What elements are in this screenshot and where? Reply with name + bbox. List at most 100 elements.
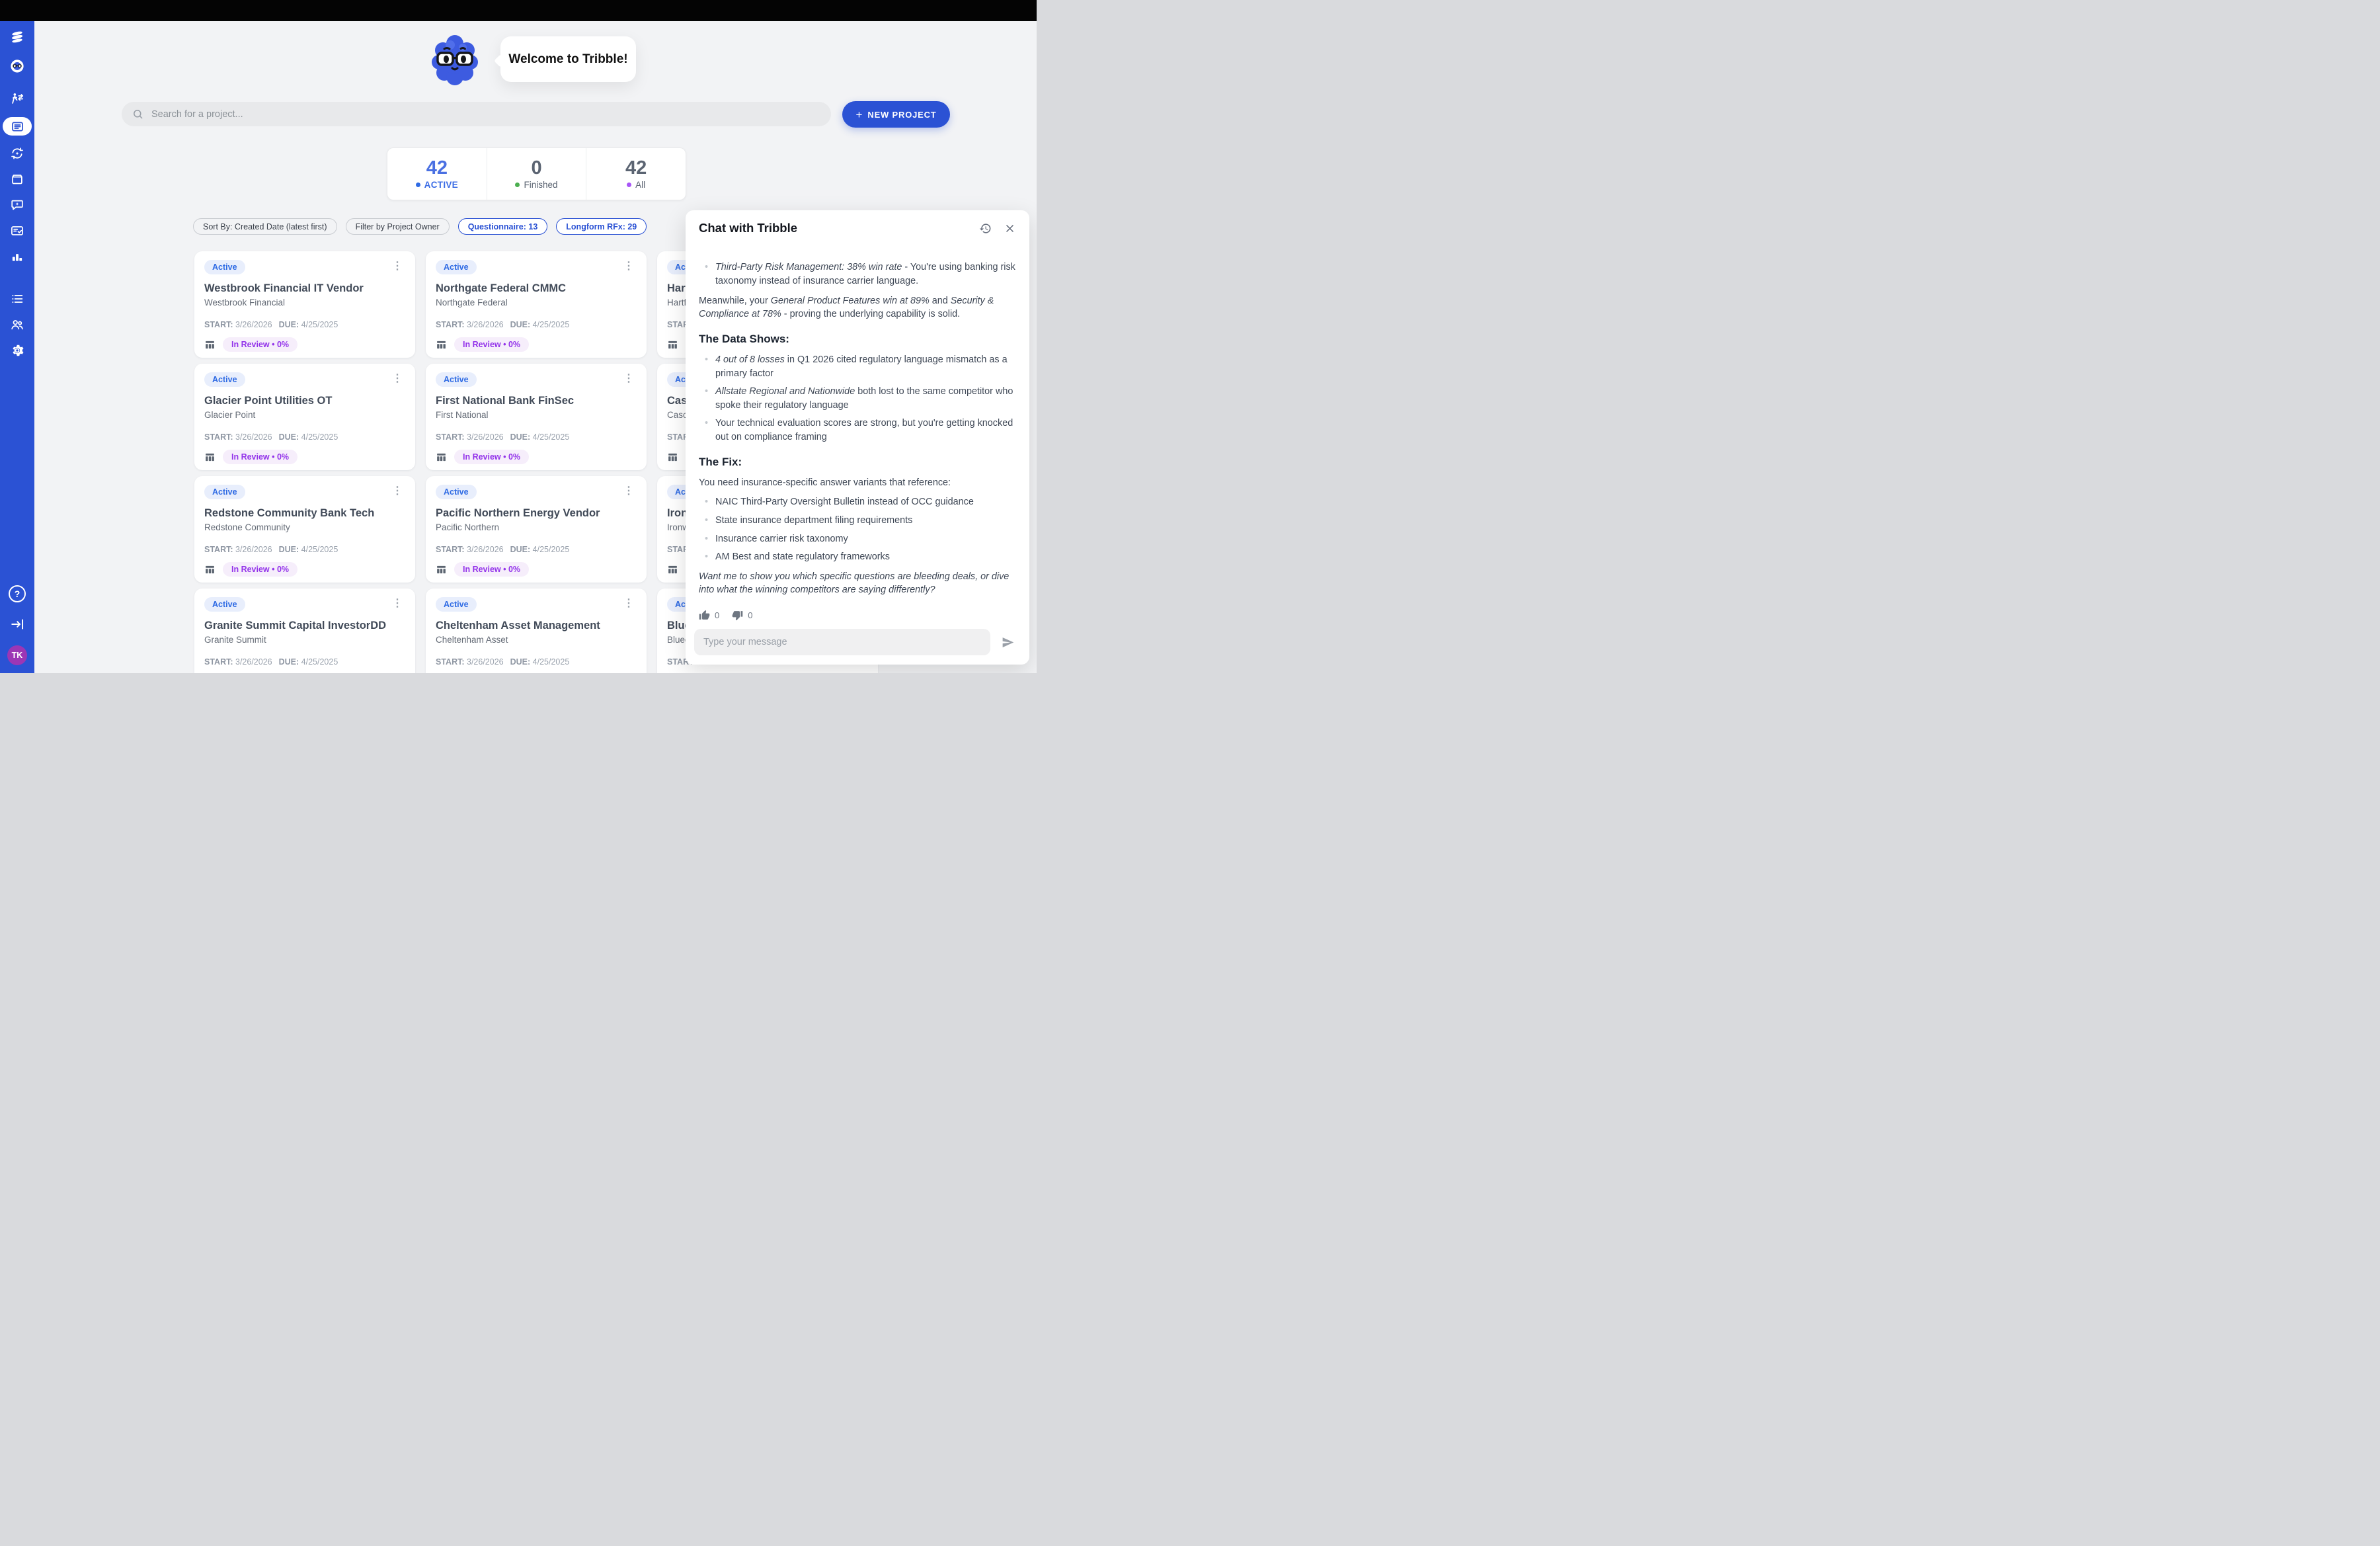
due-date: 4/25/2025 — [533, 657, 570, 667]
project-title: Northgate Federal CMMC — [436, 282, 637, 295]
sidebar-item-handoff[interactable] — [9, 91, 25, 107]
chat-bullet: Your technical evaluation scores are str… — [699, 417, 1016, 444]
project-card[interactable]: Active ⋮ Cheltenham Asset Management Che… — [426, 589, 647, 673]
project-card[interactable]: Active ⋮ Granite Summit Capital Investor… — [194, 589, 415, 673]
kebab-menu-icon[interactable]: ⋮ — [621, 597, 637, 610]
columns-icon — [436, 564, 447, 575]
kebab-menu-icon[interactable]: ⋮ — [621, 260, 637, 273]
columns-icon — [436, 452, 447, 463]
due-label: DUE: — [279, 545, 299, 554]
feedback-row: 0 0 — [699, 610, 1016, 621]
stat-all-value: 42 — [625, 158, 647, 178]
tribble-logo-icon — [9, 29, 25, 45]
kebab-menu-icon[interactable]: ⋮ — [389, 485, 405, 498]
project-company: Glacier Point — [204, 410, 405, 420]
status-badge: Active — [436, 260, 477, 274]
project-card[interactable]: Active ⋮ First National Bank FinSec Firs… — [426, 364, 647, 470]
project-company: Pacific Northern — [436, 522, 637, 532]
sort-by-chip[interactable]: Sort By: Created Date (latest first) — [193, 218, 337, 235]
sidebar-item-analytics[interactable] — [9, 249, 25, 264]
sidebar-item-archive[interactable] — [9, 171, 25, 187]
history-icon[interactable] — [979, 222, 992, 235]
sidebar-item-projects-active[interactable] — [3, 117, 32, 136]
chat-heading: The Data Shows: — [699, 331, 1016, 347]
chat-messages: Third-Party Risk Management: 38% win rat… — [699, 255, 1016, 603]
sidebar-item-settings[interactable] — [9, 343, 25, 358]
columns-icon — [436, 339, 447, 350]
project-company: First National — [436, 410, 637, 420]
start-date: 3/26/2026 — [235, 432, 272, 442]
sidebar-item-team[interactable] — [9, 317, 25, 333]
sidebar-item-list[interactable] — [9, 291, 25, 307]
new-project-button[interactable]: + NEW PROJECT — [842, 101, 950, 128]
close-icon[interactable] — [1004, 222, 1016, 235]
sidebar-item-sync[interactable] — [9, 145, 25, 161]
tribble-mascot — [428, 33, 481, 86]
due-label: DUE: — [510, 432, 531, 442]
project-dates: START: 3/26/2026DUE: 4/25/2025 — [204, 545, 405, 554]
start-label: START: — [204, 432, 233, 442]
user-avatar[interactable]: TK — [7, 645, 27, 665]
project-card[interactable]: Active ⋮ Pacific Northern Energy Vendor … — [426, 476, 647, 583]
project-card[interactable]: Active ⋮ Northgate Federal CMMC Northgat… — [426, 251, 647, 358]
kebab-menu-icon[interactable]: ⋮ — [389, 597, 405, 610]
finished-dot-icon — [515, 183, 520, 187]
status-badge: Active — [204, 597, 245, 612]
status-badge: Active — [204, 372, 245, 387]
sidebar: ? TK — [0, 21, 34, 673]
project-card[interactable]: Active ⋮ Glacier Point Utilities OT Glac… — [194, 364, 415, 470]
start-date: 3/26/2026 — [235, 320, 272, 329]
project-card[interactable]: Active ⋮ Westbrook Financial IT Vendor W… — [194, 251, 415, 358]
stat-finished[interactable]: 0 Finished — [487, 148, 586, 200]
project-search[interactable] — [122, 102, 831, 126]
tribble-avatar-icon[interactable] — [9, 58, 25, 74]
kebab-menu-icon[interactable]: ⋮ — [389, 372, 405, 386]
due-date: 4/25/2025 — [533, 432, 570, 442]
chat-bullet-list: 4 out of 8 losses in Q1 2026 cited regul… — [699, 353, 1016, 444]
project-title: Westbrook Financial IT Vendor — [204, 282, 405, 295]
project-company: Cheltenham Asset — [436, 635, 637, 645]
due-date: 4/25/2025 — [301, 320, 338, 329]
stat-all[interactable]: 42 All — [586, 148, 686, 200]
project-dates: START: 3/26/2026DUE: 4/25/2025 — [436, 320, 637, 329]
kebab-menu-icon[interactable]: ⋮ — [621, 372, 637, 386]
due-label: DUE: — [510, 657, 531, 667]
project-dates: START: 3/26/2026DUE: 4/25/2025 — [436, 545, 637, 554]
progress-badge: In Review • 0% — [223, 562, 298, 577]
sidebar-item-chat[interactable] — [9, 197, 25, 213]
project-dates: START: 3/26/2026DUE: 4/25/2025 — [204, 432, 405, 442]
thumbs-up-icon[interactable] — [699, 610, 710, 621]
thumbs-down-count: 0 — [748, 610, 752, 620]
kebab-menu-icon[interactable]: ⋮ — [389, 260, 405, 273]
start-label: START: — [436, 657, 465, 667]
stat-active[interactable]: 42 ACTIVE — [387, 148, 487, 200]
questionnaire-chip[interactable]: Questionnaire: 13 — [458, 218, 548, 235]
project-title: Glacier Point Utilities OT — [204, 395, 405, 407]
search-input[interactable] — [150, 108, 831, 120]
filter-owner-chip[interactable]: Filter by Project Owner — [346, 218, 450, 235]
start-date: 3/26/2026 — [235, 657, 272, 667]
start-label: START: — [204, 545, 233, 554]
longform-rfx-chip[interactable]: Longform RFx: 29 — [556, 218, 647, 235]
project-dates: START: 3/26/2026DUE: 4/25/2025 — [204, 657, 405, 667]
project-card[interactable]: Active ⋮ Redstone Community Bank Tech Re… — [194, 476, 415, 583]
project-title: First National Bank FinSec — [436, 395, 637, 407]
kebab-menu-icon[interactable]: ⋮ — [621, 485, 637, 498]
project-dates: START: 3/26/2026DUE: 4/25/2025 — [436, 432, 637, 442]
due-label: DUE: — [510, 320, 531, 329]
help-icon[interactable]: ? — [9, 585, 26, 602]
chat-scroll-area[interactable]: Third-Party Risk Management: 38% win rat… — [699, 238, 1016, 621]
chat-bullet: 4 out of 8 losses in Q1 2026 cited regul… — [699, 353, 1016, 380]
chat-bullet: NAIC Third-Party Oversight Bulletin inst… — [699, 495, 1016, 509]
thumbs-down-icon[interactable] — [732, 610, 743, 621]
send-icon[interactable] — [1001, 635, 1015, 649]
project-title: Cheltenham Asset Management — [436, 620, 637, 632]
progress-badge: In Review • 0% — [454, 562, 529, 577]
chat-message-input[interactable] — [694, 629, 990, 655]
plus-icon: + — [855, 109, 862, 120]
sign-out-icon[interactable] — [9, 616, 25, 632]
due-date: 4/25/2025 — [301, 545, 338, 554]
due-date: 4/25/2025 — [301, 432, 338, 442]
sidebar-item-tasks[interactable] — [9, 223, 25, 239]
columns-icon — [667, 564, 678, 575]
